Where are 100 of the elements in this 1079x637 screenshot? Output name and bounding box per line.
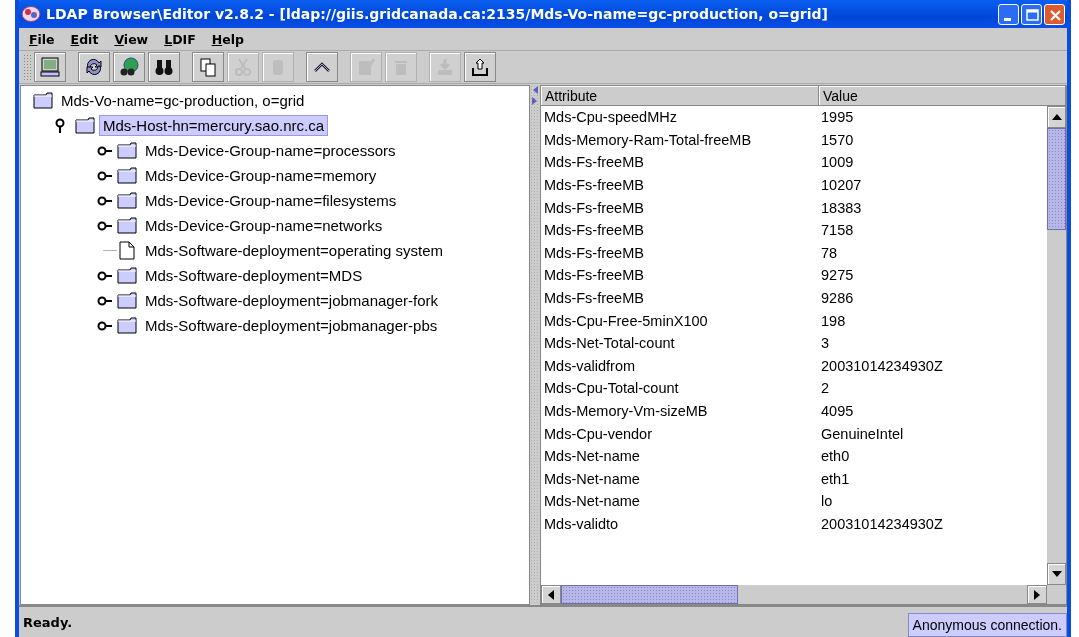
scroll-up-icon[interactable] <box>1050 113 1063 121</box>
app-icon <box>21 5 41 23</box>
up-arrow-tray-icon <box>469 56 491 78</box>
vertical-scrollbar[interactable] <box>1047 106 1066 585</box>
toolbar-grip[interactable] <box>23 54 31 80</box>
minimize-button[interactable] <box>998 3 1019 25</box>
table-cell-text: Mds-Fs-freeMB <box>543 154 645 171</box>
table-cell-text: 20031014234930Z <box>820 357 943 374</box>
table-cell-text: Mds-Fs-freeMB <box>543 267 645 284</box>
folder-icon <box>117 267 137 284</box>
folder-icon <box>117 192 137 209</box>
toolbar-button[interactable] <box>148 52 180 82</box>
toolbar-button[interactable] <box>464 52 496 82</box>
table-cell-text: 7158 <box>820 222 854 239</box>
table-cell-text: eth1 <box>820 470 850 487</box>
expand-handle-icon[interactable] <box>97 194 113 207</box>
toolbar-button[interactable] <box>113 52 145 82</box>
toolbar-button[interactable] <box>78 52 110 82</box>
folder-icon <box>117 317 137 334</box>
toolbar-button[interactable] <box>34 52 66 82</box>
window-title: LDAP Browser\Editor v2.8.2 - [ldap://giis.gridcanada.ca:2135/Mds-Vo-name=gc-production, o=grid] <box>46 6 829 22</box>
folder-icon <box>117 292 137 309</box>
table-cell-text: 4095 <box>820 403 854 419</box>
tree-node[interactable]: Mds-Device-Group-name=filesystems <box>141 190 401 211</box>
menu-item[interactable]: File <box>23 31 61 47</box>
maximize-button[interactable] <box>1021 3 1042 25</box>
tree-node[interactable]: Mds-Device-Group-name=networks <box>141 215 387 236</box>
close-button[interactable] <box>1044 3 1065 25</box>
tree-node[interactable]: Mds-Software-deployment=operating system <box>141 240 448 261</box>
table-cell-text: Mds-Fs-freeMB <box>543 290 645 307</box>
scroll-down-icon[interactable] <box>1050 570 1063 578</box>
column-header[interactable]: Value <box>819 86 1066 106</box>
toolbar-button[interactable] <box>306 52 338 82</box>
folder-icon <box>75 117 95 134</box>
table-cell-text: 1995 <box>820 109 854 126</box>
table-cell-text: Mds-validto <box>543 516 620 532</box>
scrollbar-thumb[interactable] <box>1047 128 1066 230</box>
tree-node[interactable]: Mds-Software-deployment=jobmanager-fork <box>141 290 443 311</box>
table-cell-text: Mds-Cpu-speedMHz <box>543 109 678 126</box>
expand-handle-icon[interactable] <box>97 144 113 157</box>
expand-handle-icon[interactable] <box>97 319 113 332</box>
table-cell-text: Mds-Net-name <box>543 493 641 510</box>
table-cell-text: 2 <box>820 380 830 397</box>
expand-handle-icon[interactable] <box>97 169 113 182</box>
menu-item[interactable]: Edit <box>64 31 105 47</box>
folder-icon <box>33 92 53 109</box>
table-cell-text: Mds-Net-name <box>543 470 641 487</box>
table-cell-text: 3 <box>820 335 830 352</box>
close-icon <box>1049 9 1062 21</box>
table-cell-text: eth0 <box>820 448 850 465</box>
table-cell-text: Mds-Net-name <box>543 448 641 465</box>
table-cell-text: Mds-Net-Total-count <box>543 335 676 352</box>
table-cell-text: Mds-Fs-freeMB <box>543 199 645 216</box>
folder-icon <box>117 217 137 234</box>
expand-handle-icon[interactable] <box>97 294 113 307</box>
table-cell-text: Mds-Fs-freeMB <box>543 222 645 239</box>
folder-icon <box>117 167 137 184</box>
collapse-arrows-icon[interactable] <box>531 85 539 107</box>
table-cell-text: Mds-Cpu-Total-count <box>543 380 680 397</box>
table-cell-text: 9275 <box>820 267 854 284</box>
table-cell-text: Mds-Memory-Ram-Total-freeMB <box>543 131 753 148</box>
horizontal-scrollbar[interactable] <box>541 585 1047 604</box>
table-cell-text: Mds-validfrom <box>543 357 637 374</box>
minimize-icon <box>1004 17 1011 21</box>
tree-node[interactable]: Mds-Vo-name=gc-production, o=grid <box>57 90 309 111</box>
copy-icon <box>197 56 219 78</box>
table-cell-text: GenuineIntel <box>820 425 904 442</box>
splitter-handle[interactable] <box>530 85 540 605</box>
scroll-right-icon[interactable] <box>1033 588 1041 601</box>
tree-node[interactable]: Mds-Software-deployment=MDS <box>141 265 367 286</box>
tree-node[interactable]: Mds-Host-hn=mercury.sao.nrc.ca <box>99 115 329 136</box>
table-cell-text: Mds-Cpu-vendor <box>543 425 653 442</box>
maximize-icon <box>1026 8 1039 21</box>
column-header[interactable]: Attribute <box>541 86 819 106</box>
scrollbar-thumb[interactable] <box>561 585 738 604</box>
table-cell-text: 10207 <box>820 177 862 194</box>
tree-node[interactable]: Mds-Device-Group-name=processors <box>141 140 400 161</box>
table-cell-text: Mds-Fs-freeMB <box>543 177 645 194</box>
status-message: Ready. <box>23 614 73 630</box>
table-cell-text: Mds-Memory-Vm-sizeMB <box>543 403 709 419</box>
table-cell-text: 9286 <box>820 290 854 307</box>
table-cell-text: 198 <box>820 312 846 329</box>
expand-handle-icon[interactable] <box>97 269 113 282</box>
table-cell-text: 78 <box>820 244 838 261</box>
menu-item[interactable]: Help <box>205 31 250 47</box>
menu-item[interactable]: View <box>108 31 155 47</box>
table-cell-text: 18383 <box>820 199 862 216</box>
expand-handle-icon[interactable] <box>97 219 113 232</box>
table-cell-text: Mds-Cpu-Free-5minX100 <box>543 312 709 329</box>
menu-item[interactable]: LDIF <box>158 31 202 47</box>
tree-node[interactable]: Mds-Device-Group-name=memory <box>141 165 381 186</box>
document-icon <box>117 241 137 260</box>
scroll-left-icon[interactable] <box>547 588 555 601</box>
table-cell-text: lo <box>820 493 833 510</box>
folder-icon <box>117 142 137 159</box>
table-cell-text: 1570 <box>820 131 854 148</box>
table-cell-text: 20031014234930Z <box>820 516 943 532</box>
table-cell-text: Mds-Fs-freeMB <box>543 244 645 261</box>
tree-node[interactable]: Mds-Software-deployment=jobmanager-pbs <box>141 315 442 336</box>
table-cell-text: 1009 <box>820 154 854 171</box>
